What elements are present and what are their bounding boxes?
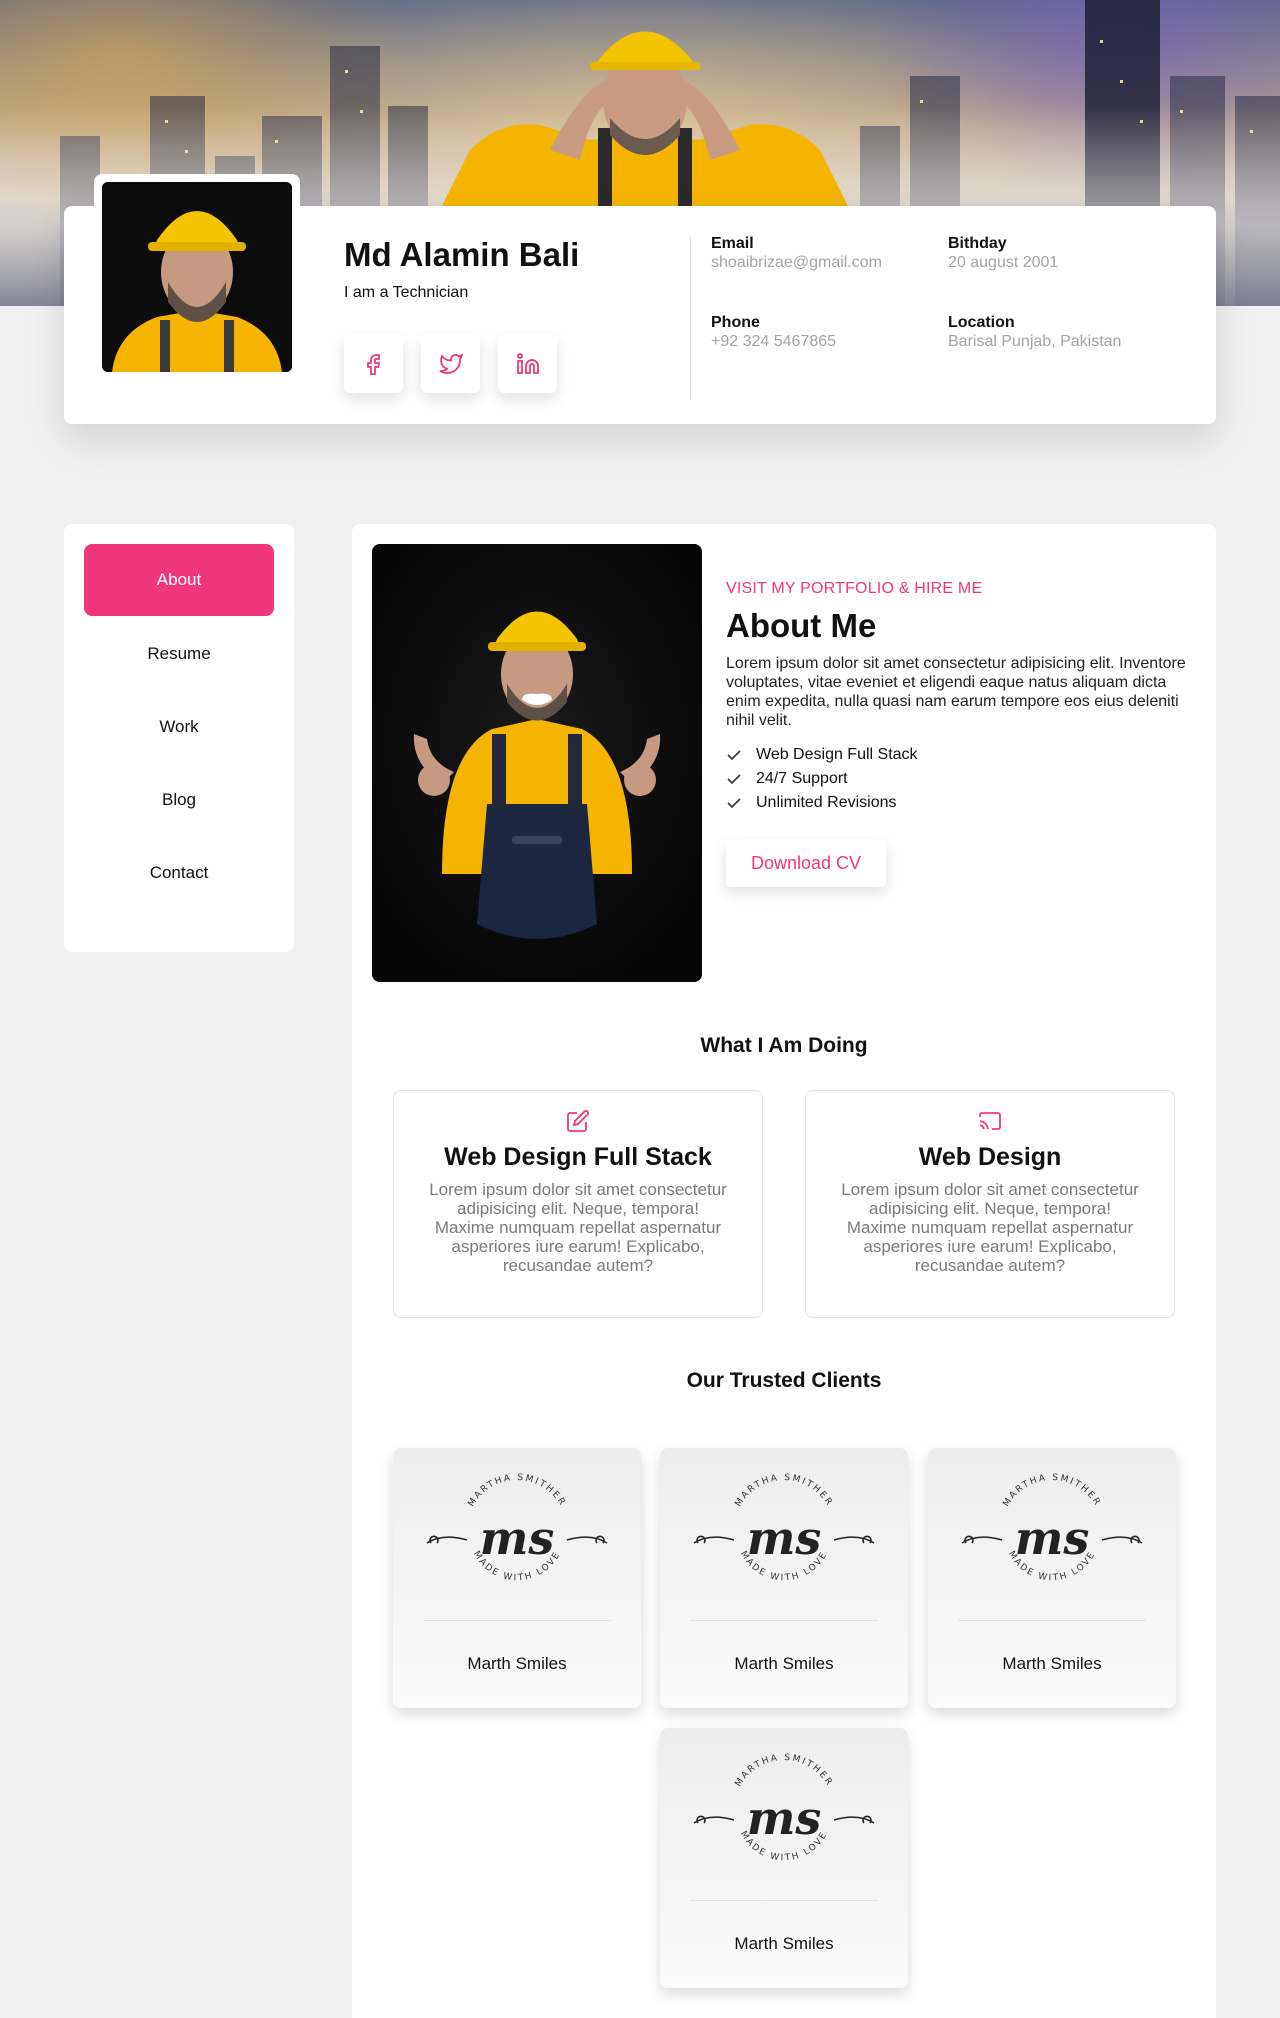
avatar-frame bbox=[94, 174, 300, 380]
logo-mark: ms bbox=[480, 1511, 555, 1565]
list-item: 24/7 Support bbox=[726, 767, 1196, 791]
client-card[interactable]: MARTHA SMITHER MADE WITH LOVE ms Marth S… bbox=[393, 1448, 641, 1708]
profile-divider bbox=[690, 236, 691, 400]
avatar bbox=[102, 182, 292, 372]
logo-top-text: MARTHA SMITHER bbox=[1001, 1473, 1100, 1509]
client-name: Marth Smiles bbox=[734, 1654, 834, 1673]
nav-item-blog[interactable]: Blog bbox=[84, 764, 274, 835]
linkedin-icon bbox=[516, 352, 539, 374]
email-label: Email bbox=[711, 235, 754, 252]
logo-mark: ms bbox=[747, 1511, 822, 1565]
birthday-info: Bithday 20 august 2001 bbox=[948, 235, 1058, 272]
logo-mark: ms bbox=[747, 1791, 822, 1845]
client-card[interactable]: MARTHA SMITHER MADE WITH LOVE ms Marth S… bbox=[660, 1728, 908, 1988]
cast-icon bbox=[979, 1112, 1001, 1130]
client-logo: MARTHA SMITHER MADE WITH LOVE ms bbox=[961, 1473, 1143, 1584]
twitter-icon bbox=[439, 352, 463, 374]
logo-mark: ms bbox=[1015, 1511, 1090, 1565]
about-photo bbox=[372, 544, 702, 982]
logo-top-text: MARTHA SMITHER bbox=[733, 1473, 832, 1509]
check-icon bbox=[727, 750, 741, 761]
about-title: About Me bbox=[726, 607, 877, 644]
social-links bbox=[344, 334, 557, 393]
svg-text:MARTHA SMITHER: MARTHA SMITHER bbox=[733, 1473, 834, 1509]
facebook-button[interactable] bbox=[344, 334, 403, 393]
about-section: VISIT MY PORTFOLIO & HIRE ME About Me Lo… bbox=[726, 580, 1196, 887]
download-cv-button[interactable]: Download CV bbox=[726, 839, 886, 887]
about-checklist: Web Design Full Stack 24/7 Support Unlim… bbox=[726, 743, 1196, 815]
about-description: Lorem ipsum dolor sit amet consectetur a… bbox=[726, 655, 1186, 729]
client-name: Marth Smiles bbox=[467, 1654, 567, 1673]
service-card: Web Design Lorem ipsum dolor sit amet co… bbox=[805, 1090, 1175, 1318]
client-name: Marth Smiles bbox=[1002, 1654, 1102, 1673]
clients-heading: Our Trusted Clients bbox=[686, 1369, 882, 1392]
birthday-value: 20 august 2001 bbox=[948, 254, 1059, 271]
service-description: Lorem ipsum dolor sit amet consectetur a… bbox=[429, 1180, 727, 1275]
list-item: Web Design Full Stack bbox=[726, 743, 1196, 767]
birthday-label: Bithday bbox=[948, 235, 1007, 252]
service-title: Web Design Full Stack bbox=[444, 1143, 712, 1171]
svg-text:MARTHA SMITHER: MARTHA SMITHER bbox=[733, 1753, 834, 1789]
profile-card: Md Alamin Bali I am a Technician Email s… bbox=[64, 174, 1216, 424]
phone-label: Phone bbox=[711, 314, 760, 331]
nav-item-about[interactable]: About bbox=[84, 544, 274, 616]
client-card[interactable]: MARTHA SMITHER MADE WITH LOVE ms Marth S… bbox=[928, 1448, 1176, 1708]
main-content: VISIT MY PORTFOLIO & HIRE ME About Me Lo… bbox=[352, 524, 1216, 2018]
twitter-button[interactable] bbox=[421, 334, 480, 393]
client-logo: MARTHA SMITHER MADE WITH LOVE ms bbox=[693, 1473, 875, 1584]
nav-item-contact[interactable]: Contact bbox=[84, 837, 274, 908]
location-value: Barisal Punjab, Pakistan bbox=[948, 333, 1122, 350]
phone-value: +92 324 5467865 bbox=[711, 333, 837, 350]
facebook-icon bbox=[366, 353, 380, 375]
services-heading: What I Am Doing bbox=[700, 1034, 868, 1057]
logo-top-text: MARTHA SMITHER bbox=[733, 1753, 832, 1789]
email-value[interactable]: shoaibrizae@gmail.com bbox=[711, 254, 882, 272]
hero-person-image bbox=[440, 31, 850, 210]
client-card[interactable]: MARTHA SMITHER MADE WITH LOVE ms Marth S… bbox=[660, 1448, 908, 1708]
phone-info: Phone +92 324 5467865 bbox=[711, 314, 836, 351]
edit-icon bbox=[567, 1110, 589, 1132]
about-eyebrow: VISIT MY PORTFOLIO & HIRE ME bbox=[726, 580, 983, 597]
nav-item-work[interactable]: Work bbox=[84, 691, 274, 762]
checklist-label: Unlimited Revisions bbox=[756, 794, 897, 811]
checklist-label: Web Design Full Stack bbox=[756, 746, 918, 763]
checklist-label: 24/7 Support bbox=[756, 770, 848, 787]
service-description: Lorem ipsum dolor sit amet consectetur a… bbox=[841, 1180, 1139, 1275]
client-logo: MARTHA SMITHER MADE WITH LOVE ms bbox=[426, 1473, 608, 1584]
linkedin-button[interactable] bbox=[498, 334, 557, 393]
service-title: Web Design bbox=[918, 1143, 1062, 1171]
nav-item-resume[interactable]: Resume bbox=[84, 618, 274, 689]
logo-top-text: MARTHA SMITHER bbox=[466, 1473, 565, 1509]
email-info: Email shoaibrizae@gmail.com bbox=[711, 235, 882, 272]
client-name: Marth Smiles bbox=[734, 1934, 834, 1953]
location-info: Location Barisal Punjab, Pakistan bbox=[948, 314, 1121, 351]
service-card: Web Design Full Stack Lorem ipsum dolor … bbox=[393, 1090, 763, 1318]
profile-role: I am a Technician bbox=[344, 284, 469, 301]
svg-text:MARTHA SMITHER: MARTHA SMITHER bbox=[1001, 1473, 1102, 1509]
profile-name: Md Alamin Bali bbox=[344, 236, 580, 273]
list-item: Unlimited Revisions bbox=[726, 791, 1196, 815]
check-icon bbox=[727, 774, 741, 785]
sidebar-nav: About Resume Work Blog Contact bbox=[64, 524, 294, 952]
check-icon bbox=[727, 798, 741, 809]
location-label: Location bbox=[948, 314, 1015, 331]
svg-text:MARTHA SMITHER: MARTHA SMITHER bbox=[466, 1473, 567, 1509]
client-logo: MARTHA SMITHER MADE WITH LOVE ms bbox=[693, 1753, 875, 1864]
